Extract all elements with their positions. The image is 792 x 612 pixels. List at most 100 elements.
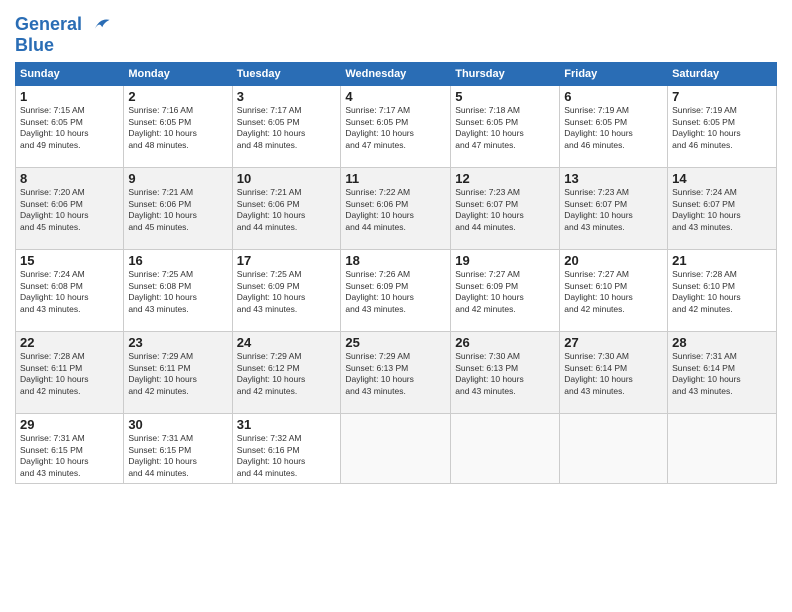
calendar-day-cell: 8 Sunrise: 7:20 AMSunset: 6:06 PMDayligh… — [16, 168, 124, 250]
day-number: 17 — [237, 253, 337, 268]
calendar-day-cell: 11 Sunrise: 7:22 AMSunset: 6:06 PMDaylig… — [341, 168, 451, 250]
calendar-day-cell — [341, 414, 451, 484]
calendar-day-cell: 23 Sunrise: 7:29 AMSunset: 6:11 PMDaylig… — [124, 332, 232, 414]
calendar-day-cell: 5 Sunrise: 7:18 AMSunset: 6:05 PMDayligh… — [451, 86, 560, 168]
day-info: Sunrise: 7:28 AMSunset: 6:11 PMDaylight:… — [20, 351, 89, 395]
calendar-day-cell: 30 Sunrise: 7:31 AMSunset: 6:15 PMDaylig… — [124, 414, 232, 484]
day-info: Sunrise: 7:26 AMSunset: 6:09 PMDaylight:… — [345, 269, 414, 313]
day-number: 3 — [237, 89, 337, 104]
day-info: Sunrise: 7:31 AMSunset: 6:14 PMDaylight:… — [672, 351, 741, 395]
day-number: 24 — [237, 335, 337, 350]
day-number: 10 — [237, 171, 337, 186]
calendar-day-cell: 26 Sunrise: 7:30 AMSunset: 6:13 PMDaylig… — [451, 332, 560, 414]
day-number: 31 — [237, 417, 337, 432]
day-info: Sunrise: 7:21 AMSunset: 6:06 PMDaylight:… — [128, 187, 197, 231]
logo-general: General — [15, 14, 82, 34]
calendar-day-cell: 22 Sunrise: 7:28 AMSunset: 6:11 PMDaylig… — [16, 332, 124, 414]
day-number: 26 — [455, 335, 555, 350]
calendar-week-row: 29 Sunrise: 7:31 AMSunset: 6:15 PMDaylig… — [16, 414, 777, 484]
calendar-day-cell: 6 Sunrise: 7:19 AMSunset: 6:05 PMDayligh… — [560, 86, 668, 168]
calendar-day-cell: 3 Sunrise: 7:17 AMSunset: 6:05 PMDayligh… — [232, 86, 341, 168]
logo: General Blue — [15, 14, 111, 54]
day-info: Sunrise: 7:23 AMSunset: 6:07 PMDaylight:… — [564, 187, 633, 231]
day-info: Sunrise: 7:18 AMSunset: 6:05 PMDaylight:… — [455, 105, 524, 149]
day-info: Sunrise: 7:27 AMSunset: 6:10 PMDaylight:… — [564, 269, 633, 313]
day-number: 23 — [128, 335, 227, 350]
calendar-day-cell: 4 Sunrise: 7:17 AMSunset: 6:05 PMDayligh… — [341, 86, 451, 168]
calendar-day-cell: 14 Sunrise: 7:24 AMSunset: 6:07 PMDaylig… — [668, 168, 777, 250]
calendar-day-cell: 12 Sunrise: 7:23 AMSunset: 6:07 PMDaylig… — [451, 168, 560, 250]
day-number: 29 — [20, 417, 119, 432]
calendar-day-cell: 1 Sunrise: 7:15 AMSunset: 6:05 PMDayligh… — [16, 86, 124, 168]
calendar-day-cell: 20 Sunrise: 7:27 AMSunset: 6:10 PMDaylig… — [560, 250, 668, 332]
weekday-header-cell: Sunday — [16, 63, 124, 86]
day-info: Sunrise: 7:31 AMSunset: 6:15 PMDaylight:… — [128, 433, 197, 477]
weekday-header-cell: Friday — [560, 63, 668, 86]
calendar-day-cell — [451, 414, 560, 484]
day-info: Sunrise: 7:24 AMSunset: 6:08 PMDaylight:… — [20, 269, 89, 313]
logo-bird-icon — [89, 14, 111, 36]
day-number: 9 — [128, 171, 227, 186]
calendar-day-cell: 2 Sunrise: 7:16 AMSunset: 6:05 PMDayligh… — [124, 86, 232, 168]
day-number: 14 — [672, 171, 772, 186]
calendar-day-cell — [560, 414, 668, 484]
day-number: 19 — [455, 253, 555, 268]
day-info: Sunrise: 7:19 AMSunset: 6:05 PMDaylight:… — [564, 105, 633, 149]
weekday-header-cell: Wednesday — [341, 63, 451, 86]
day-number: 5 — [455, 89, 555, 104]
day-info: Sunrise: 7:17 AMSunset: 6:05 PMDaylight:… — [345, 105, 414, 149]
weekday-header-cell: Thursday — [451, 63, 560, 86]
day-info: Sunrise: 7:25 AMSunset: 6:08 PMDaylight:… — [128, 269, 197, 313]
calendar-day-cell: 19 Sunrise: 7:27 AMSunset: 6:09 PMDaylig… — [451, 250, 560, 332]
calendar-day-cell: 21 Sunrise: 7:28 AMSunset: 6:10 PMDaylig… — [668, 250, 777, 332]
day-number: 30 — [128, 417, 227, 432]
calendar-day-cell: 24 Sunrise: 7:29 AMSunset: 6:12 PMDaylig… — [232, 332, 341, 414]
header: General Blue — [15, 10, 777, 54]
calendar-container: General Blue SundayMondayTuesdayWednesda… — [0, 0, 792, 489]
calendar-day-cell: 10 Sunrise: 7:21 AMSunset: 6:06 PMDaylig… — [232, 168, 341, 250]
day-info: Sunrise: 7:25 AMSunset: 6:09 PMDaylight:… — [237, 269, 306, 313]
calendar-day-cell: 13 Sunrise: 7:23 AMSunset: 6:07 PMDaylig… — [560, 168, 668, 250]
calendar-body: 1 Sunrise: 7:15 AMSunset: 6:05 PMDayligh… — [16, 86, 777, 484]
day-info: Sunrise: 7:20 AMSunset: 6:06 PMDaylight:… — [20, 187, 89, 231]
calendar-day-cell: 9 Sunrise: 7:21 AMSunset: 6:06 PMDayligh… — [124, 168, 232, 250]
day-number: 15 — [20, 253, 119, 268]
day-number: 12 — [455, 171, 555, 186]
calendar-week-row: 1 Sunrise: 7:15 AMSunset: 6:05 PMDayligh… — [16, 86, 777, 168]
day-info: Sunrise: 7:22 AMSunset: 6:06 PMDaylight:… — [345, 187, 414, 231]
calendar-day-cell: 16 Sunrise: 7:25 AMSunset: 6:08 PMDaylig… — [124, 250, 232, 332]
day-number: 28 — [672, 335, 772, 350]
calendar-day-cell — [668, 414, 777, 484]
day-number: 27 — [564, 335, 663, 350]
day-info: Sunrise: 7:31 AMSunset: 6:15 PMDaylight:… — [20, 433, 89, 477]
weekday-header-cell: Monday — [124, 63, 232, 86]
day-info: Sunrise: 7:28 AMSunset: 6:10 PMDaylight:… — [672, 269, 741, 313]
day-number: 21 — [672, 253, 772, 268]
weekday-header-cell: Saturday — [668, 63, 777, 86]
day-info: Sunrise: 7:24 AMSunset: 6:07 PMDaylight:… — [672, 187, 741, 231]
calendar-day-cell: 29 Sunrise: 7:31 AMSunset: 6:15 PMDaylig… — [16, 414, 124, 484]
day-number: 18 — [345, 253, 446, 268]
day-info: Sunrise: 7:29 AMSunset: 6:11 PMDaylight:… — [128, 351, 197, 395]
calendar-day-cell: 28 Sunrise: 7:31 AMSunset: 6:14 PMDaylig… — [668, 332, 777, 414]
day-number: 2 — [128, 89, 227, 104]
calendar-week-row: 22 Sunrise: 7:28 AMSunset: 6:11 PMDaylig… — [16, 332, 777, 414]
day-info: Sunrise: 7:23 AMSunset: 6:07 PMDaylight:… — [455, 187, 524, 231]
day-number: 13 — [564, 171, 663, 186]
weekday-header-row: SundayMondayTuesdayWednesdayThursdayFrid… — [16, 63, 777, 86]
day-number: 7 — [672, 89, 772, 104]
calendar-day-cell: 18 Sunrise: 7:26 AMSunset: 6:09 PMDaylig… — [341, 250, 451, 332]
calendar-day-cell: 31 Sunrise: 7:32 AMSunset: 6:16 PMDaylig… — [232, 414, 341, 484]
calendar-day-cell: 27 Sunrise: 7:30 AMSunset: 6:14 PMDaylig… — [560, 332, 668, 414]
day-number: 11 — [345, 171, 446, 186]
day-info: Sunrise: 7:29 AMSunset: 6:13 PMDaylight:… — [345, 351, 414, 395]
day-info: Sunrise: 7:32 AMSunset: 6:16 PMDaylight:… — [237, 433, 306, 477]
calendar-day-cell: 15 Sunrise: 7:24 AMSunset: 6:08 PMDaylig… — [16, 250, 124, 332]
calendar-day-cell: 17 Sunrise: 7:25 AMSunset: 6:09 PMDaylig… — [232, 250, 341, 332]
calendar-week-row: 8 Sunrise: 7:20 AMSunset: 6:06 PMDayligh… — [16, 168, 777, 250]
calendar-week-row: 15 Sunrise: 7:24 AMSunset: 6:08 PMDaylig… — [16, 250, 777, 332]
calendar-table: SundayMondayTuesdayWednesdayThursdayFrid… — [15, 62, 777, 484]
calendar-day-cell: 7 Sunrise: 7:19 AMSunset: 6:05 PMDayligh… — [668, 86, 777, 168]
weekday-header-cell: Tuesday — [232, 63, 341, 86]
day-info: Sunrise: 7:16 AMSunset: 6:05 PMDaylight:… — [128, 105, 197, 149]
